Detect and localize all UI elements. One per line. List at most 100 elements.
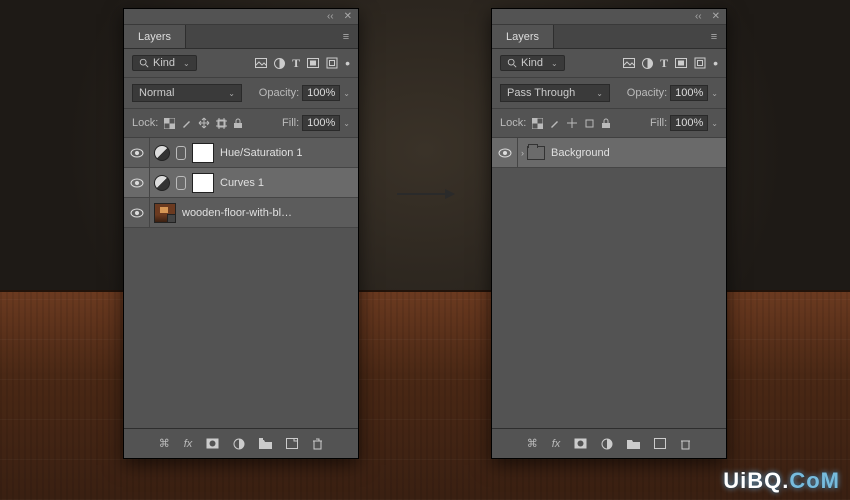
blend-mode-dropdown[interactable]: Normal ⌄: [132, 84, 242, 102]
fx-icon[interactable]: fx: [184, 438, 193, 450]
transparency-lock-icon[interactable]: [164, 118, 175, 129]
window-bar: ‹‹ ✕: [124, 9, 358, 25]
collapse-icon[interactable]: ‹‹: [327, 11, 334, 22]
panel-menu-icon[interactable]: ≡: [702, 25, 726, 48]
fill-field[interactable]: Fill: 100% ⌄: [650, 115, 718, 131]
fill-field[interactable]: Fill: 100% ⌄: [282, 115, 350, 131]
folder-icon: [527, 146, 545, 160]
artboard-lock-icon[interactable]: [584, 118, 595, 129]
mask-icon[interactable]: [206, 438, 219, 449]
filter-label: Kind: [521, 57, 543, 69]
artboard-lock-icon[interactable]: [216, 118, 227, 129]
smart-object-badge: [167, 214, 176, 223]
new-layer-icon[interactable]: [654, 438, 666, 449]
layer-thumbs: [150, 198, 176, 227]
search-icon: [139, 58, 149, 68]
layer-row[interactable]: wooden-floor-with-blurred-...: [124, 198, 358, 228]
dot-icon[interactable]: •: [345, 55, 350, 71]
eye-icon: [130, 178, 144, 188]
tab-bar: Layers ≡: [492, 25, 726, 49]
tab-layers[interactable]: Layers: [124, 25, 186, 48]
link-icon: [176, 176, 186, 190]
chevron-down-icon: ⌄: [343, 89, 350, 98]
filter-type-dropdown[interactable]: Kind ⌄: [500, 55, 565, 71]
layer-name: Hue/Saturation 1: [214, 147, 303, 159]
chevron-down-icon: ⌄: [551, 59, 558, 68]
mask-icon[interactable]: [574, 438, 587, 449]
collapse-icon[interactable]: ‹‹: [695, 11, 702, 22]
link-icon[interactable]: ⌘: [159, 437, 170, 450]
full-lock-icon[interactable]: [601, 118, 611, 129]
lock-row: Lock: Fill: 100% ⌄: [124, 109, 358, 138]
panel-menu-icon[interactable]: ≡: [334, 25, 358, 48]
brush-lock-icon[interactable]: [181, 118, 192, 129]
close-icon[interactable]: ✕: [712, 11, 720, 22]
fill-value: 100%: [670, 115, 708, 131]
link-icon[interactable]: ⌘: [527, 437, 538, 450]
brush-lock-icon[interactable]: [549, 118, 560, 129]
filter-icons: T •: [623, 55, 718, 71]
mask-thumb: [192, 173, 214, 193]
visibility-toggle[interactable]: [492, 138, 518, 167]
fill-adj-icon[interactable]: [601, 438, 613, 450]
shape-icon[interactable]: [675, 55, 687, 71]
group-icon[interactable]: [259, 438, 272, 449]
move-lock-icon[interactable]: [566, 117, 578, 129]
layer-row[interactable]: Hue/Saturation 1: [124, 138, 358, 168]
opacity-field[interactable]: Opacity: 100% ⌄: [627, 85, 718, 101]
chevron-down-icon: ⌄: [711, 119, 718, 128]
layer-row[interactable]: Curves 1: [124, 168, 358, 198]
arrow-icon: [395, 187, 455, 201]
smart-icon[interactable]: [694, 55, 706, 71]
shape-icon[interactable]: [307, 55, 319, 71]
layer-thumbs: [150, 138, 214, 167]
transparency-lock-icon[interactable]: [532, 118, 543, 129]
visibility-toggle[interactable]: [124, 138, 150, 167]
dot-icon[interactable]: •: [713, 55, 718, 71]
fill-adj-icon[interactable]: [233, 438, 245, 450]
filter-type-dropdown[interactable]: Kind ⌄: [132, 55, 197, 71]
chevron-down-icon: ⌄: [343, 119, 350, 128]
smart-icon[interactable]: [326, 55, 338, 71]
chevron-down-icon: ⌄: [596, 89, 603, 98]
visibility-toggle[interactable]: [124, 168, 150, 197]
blend-mode-value: Pass Through: [507, 87, 575, 99]
full-lock-icon[interactable]: [233, 118, 243, 129]
expand-icon[interactable]: ›: [518, 148, 527, 158]
watermark-text: UiBQ.: [723, 468, 789, 493]
fx-icon[interactable]: fx: [552, 438, 561, 450]
adjustment-icon[interactable]: [274, 55, 285, 71]
type-icon[interactable]: T: [292, 55, 300, 71]
image-icon[interactable]: [255, 55, 267, 71]
trash-icon[interactable]: [680, 438, 691, 450]
eye-icon: [498, 148, 512, 158]
close-icon[interactable]: ✕: [344, 11, 352, 22]
stage: ‹‹ ✕ Layers ≡ Kind ⌄ T • Normal: [0, 0, 850, 500]
image-icon[interactable]: [623, 55, 635, 71]
fill-label: Fill:: [282, 117, 299, 129]
filter-row: Kind ⌄ T •: [124, 49, 358, 78]
adjustment-icon[interactable]: [642, 55, 653, 71]
visibility-toggle[interactable]: [124, 198, 150, 227]
new-layer-icon[interactable]: [286, 438, 298, 449]
lock-row: Lock: Fill: 100% ⌄: [492, 109, 726, 138]
opacity-value: 100%: [302, 85, 340, 101]
blend-row: Pass Through ⌄ Opacity: 100% ⌄: [492, 78, 726, 109]
opacity-label: Opacity:: [627, 87, 667, 99]
type-icon[interactable]: T: [660, 55, 668, 71]
panel-footer: ⌘ fx: [492, 428, 726, 458]
layer-row[interactable]: › Background: [492, 138, 726, 168]
layer-thumbs: [150, 168, 214, 197]
watermark: UiBQ.CoM: [723, 468, 840, 494]
chevron-down-icon: ⌄: [711, 89, 718, 98]
tab-layers[interactable]: Layers: [492, 25, 554, 48]
group-icon[interactable]: [627, 438, 640, 449]
trash-icon[interactable]: [312, 438, 323, 450]
blend-mode-dropdown[interactable]: Pass Through ⌄: [500, 84, 610, 102]
opacity-field[interactable]: Opacity: 100% ⌄: [259, 85, 350, 101]
filter-row: Kind ⌄ T •: [492, 49, 726, 78]
search-icon: [507, 58, 517, 68]
move-lock-icon[interactable]: [198, 117, 210, 129]
layer-name: wooden-floor-with-blurred-...: [176, 207, 296, 219]
layer-list: Hue/Saturation 1 Curves 1 wooden-floor-w…: [124, 138, 358, 428]
